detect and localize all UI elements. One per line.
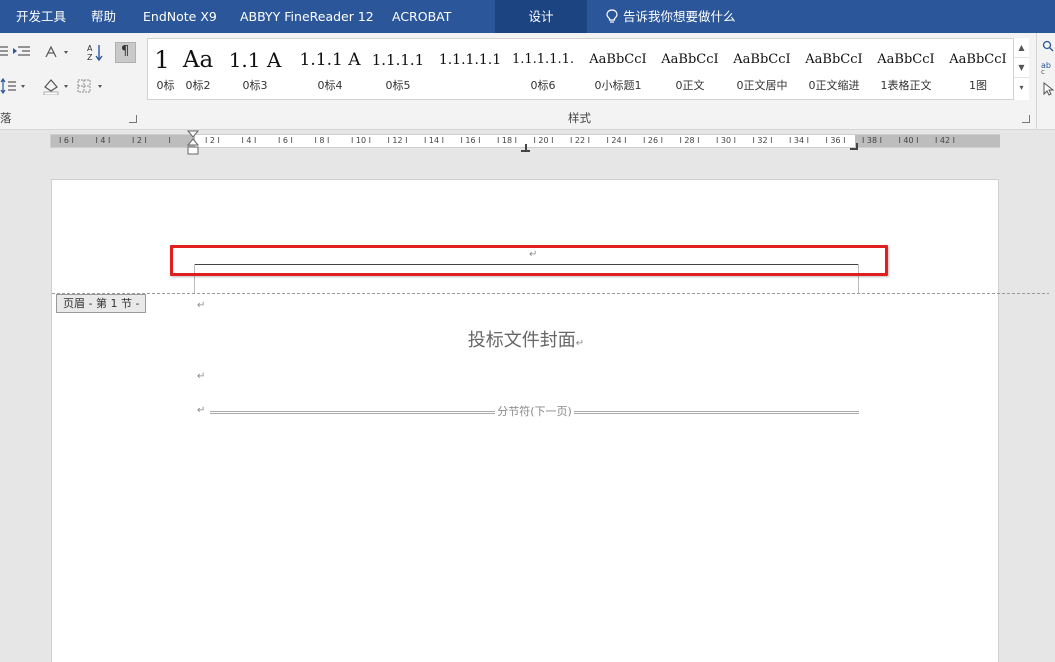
find-icon[interactable] — [1042, 40, 1054, 52]
paragraph-group-label: 落 — [0, 111, 12, 125]
ruler-tick-label: I 24 I — [606, 136, 627, 145]
ruler-tick-label: I 42 I — [935, 136, 955, 145]
svg-text:Z: Z — [87, 53, 93, 61]
vertical-scrollbar[interactable] — [1049, 150, 1055, 662]
ruler-tick-label: I 6 I — [59, 136, 74, 145]
style-subtitle1[interactable]: AaBbCcI 0小标题1 — [582, 39, 654, 99]
tab-stop-base — [521, 150, 530, 152]
tab-abbyy[interactable]: ABBYY FineReader 12 — [240, 0, 374, 33]
ruler-tick-label: I 2 I — [132, 136, 147, 145]
scroll-down-icon[interactable]: ▼ — [1014, 58, 1029, 78]
paragraph-mark: ↵ — [197, 300, 206, 311]
styles-gallery: 1 0标1 Aa 0标2 1.1 A 0标3 1.1.1 A 0标4 1.1.1… — [147, 38, 1029, 100]
ruler-tick-label: I 28 I — [679, 136, 700, 145]
indent-icons[interactable] — [0, 45, 32, 59]
style-body[interactable]: AaBbCcI 0正文 — [654, 39, 726, 99]
indent-marker[interactable] — [187, 130, 199, 156]
style-heading4[interactable]: 1.1.1 A 0标4 — [296, 39, 364, 99]
style-heading3[interactable]: 1.1 A 0标3 — [224, 39, 286, 99]
ruler-tick-label: I 20 I — [533, 136, 554, 145]
style-heading7[interactable]: 1.1.1.1.1. 0标6 — [510, 39, 576, 99]
svg-text:c: c — [1041, 68, 1045, 74]
header-section-tag: 页眉 - 第 1 节 - — [56, 294, 147, 313]
ruler-tick-label: I 10 I — [351, 136, 371, 145]
tab-acrobat[interactable]: ACROBAT — [392, 0, 451, 33]
section-break: 分节符(下一页) — [210, 405, 859, 418]
style-heading1[interactable]: 1 0标1 — [150, 39, 174, 99]
ruler-tick-label: I 8 I — [314, 136, 330, 145]
word-window: 开发工具 帮助 EndNote X9 ABBYY FineReader 12 A… — [0, 0, 1055, 662]
ruler-tick-label: I 2 I — [205, 136, 220, 145]
ruler-tick-label: I 16 I — [460, 136, 481, 145]
show-marks-button[interactable]: ¶ — [115, 42, 136, 63]
style-heading6[interactable]: 1.1.1.1.1 — [438, 39, 502, 99]
ruler-tick-label: I 34 I — [789, 136, 809, 145]
editing-group: ab c — [1036, 33, 1055, 130]
styles-gallery-scroll[interactable]: ▲ ▼ ▾ — [1013, 38, 1029, 100]
paragraph-mark: ↵ — [197, 405, 206, 416]
styles-launcher-icon[interactable] — [1022, 115, 1030, 123]
ruler-tick-label: I 38 I — [862, 136, 882, 145]
tab-design[interactable]: 设计 — [495, 0, 587, 33]
ribbon: A Z ¶ 落 1 0标 Aa 0标2 1.1 A 0标3 1.1.1 A 0标… — [0, 33, 1055, 130]
more-styles-icon[interactable]: ▾ — [1014, 78, 1029, 98]
section-break-label: 分节符(下一页) — [495, 405, 574, 418]
tab-help[interactable]: 帮助 — [91, 0, 116, 33]
borders-icon[interactable] — [76, 78, 108, 94]
style-table-body[interactable]: AaBbCcI 1表格正文 — [870, 39, 942, 99]
ruler-tick-label: I 4 I — [241, 136, 257, 145]
select-icon[interactable] — [1042, 82, 1054, 96]
tab-developer[interactable]: 开发工具 — [16, 0, 66, 33]
pilcrow-icon: ¶ — [121, 44, 130, 59]
sort-icon[interactable]: A Z — [86, 43, 106, 61]
ruler-tick-label: I 14 I — [424, 136, 444, 145]
paragraph-mark: ↵ — [197, 371, 206, 382]
style-body-indent[interactable]: AaBbCcI 0正文缩进 — [798, 39, 870, 99]
paragraph-launcher-icon[interactable] — [129, 115, 137, 123]
cover-title[interactable]: 投标文件封面↵ — [52, 326, 1000, 352]
styles-group-label: 样式 — [568, 111, 591, 125]
ruler-tick-label: I 22 I — [570, 136, 590, 145]
style-body-center[interactable]: AaBbCcI 0正文居中 — [726, 39, 798, 99]
highlight-box — [170, 245, 888, 276]
tell-me-search[interactable]: 告诉我你想要做什么 — [623, 0, 736, 33]
ruler-tick-label: I 36 I — [825, 136, 846, 145]
ruler-tick-label: I — [168, 136, 171, 145]
tab-endnote[interactable]: EndNote X9 — [143, 0, 217, 33]
ruler-tick-label: I 26 I — [643, 136, 663, 145]
line-spacing-icon[interactable] — [0, 78, 28, 94]
style-heading5[interactable]: 1.1.1.1 0标5 — [366, 39, 430, 99]
shading-icon[interactable] — [42, 77, 74, 95]
svg-text:A: A — [87, 44, 93, 53]
ruler-tick-label: I 32 I — [752, 136, 773, 145]
chinese-layout-icon[interactable] — [44, 45, 72, 59]
ruler-tick-label: I 12 I — [387, 136, 408, 145]
style-figure[interactable]: AaBbCcI 1图 — [942, 39, 1014, 99]
ruler-tick-label: I 18 I — [497, 136, 517, 145]
scroll-up-icon[interactable]: ▲ — [1014, 38, 1029, 58]
lightbulb-icon — [606, 9, 618, 23]
header-boundary — [52, 293, 1055, 294]
paragraph-group: A Z ¶ 落 — [0, 33, 142, 130]
right-indent-marker[interactable] — [850, 143, 858, 150]
ruler-tick-label: I 30 I — [716, 136, 736, 145]
replace-icon[interactable]: ab c — [1041, 60, 1055, 74]
style-heading2[interactable]: Aa 0标2 — [180, 39, 216, 99]
ruler-tick-label: I 6 I — [278, 136, 293, 145]
ruler-tick-label: I 4 I — [95, 136, 111, 145]
ruler-tick-label: I 40 I — [898, 136, 919, 145]
menu-bar: 开发工具 帮助 EndNote X9 ABBYY FineReader 12 A… — [0, 0, 1055, 33]
